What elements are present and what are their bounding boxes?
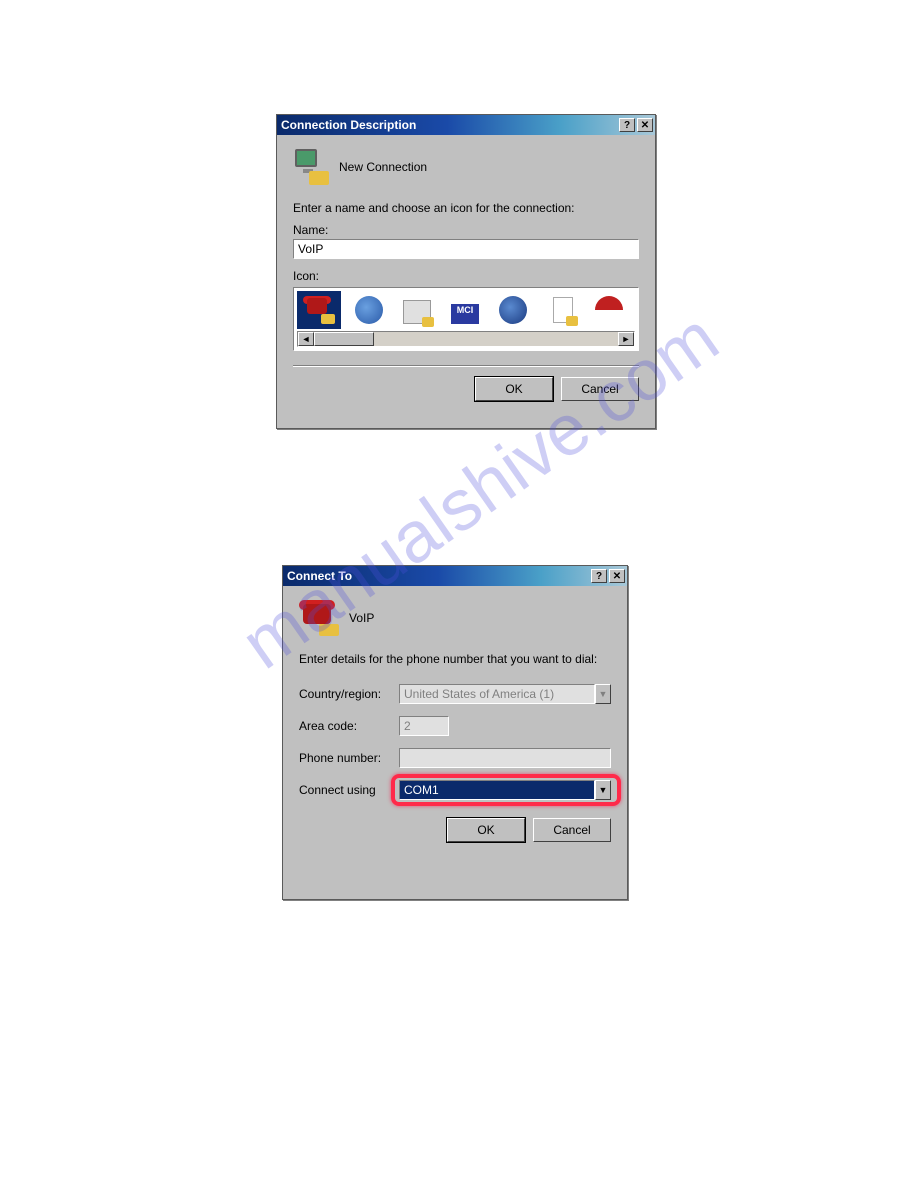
- new-connection-icon: [293, 149, 329, 185]
- country-field: [399, 684, 595, 704]
- dialog-title: Connection Description: [281, 118, 617, 132]
- scroll-left-icon[interactable]: ◄: [298, 332, 314, 346]
- connect-using-combo[interactable]: ▼: [399, 780, 611, 800]
- connection-icon: [299, 600, 339, 636]
- area-code-field: [399, 716, 449, 736]
- help-button[interactable]: ?: [619, 118, 635, 132]
- name-input[interactable]: [293, 239, 639, 259]
- instruction-text: Enter details for the phone number that …: [299, 652, 611, 666]
- icon-picker: MCI ◄ ►: [293, 287, 639, 351]
- instruction-text: Enter a name and choose an icon for the …: [293, 201, 639, 215]
- icon-option-umbrella[interactable]: [585, 291, 629, 329]
- close-button[interactable]: ✕: [637, 118, 653, 132]
- ok-button[interactable]: OK: [475, 377, 553, 401]
- connect-using-label: Connect using: [299, 783, 399, 797]
- connect-to-dialog: Connect To ? ✕ VoIP Enter details for th…: [282, 565, 628, 900]
- connection-description-dialog: Connection Description ? ✕ New Connectio…: [276, 114, 656, 429]
- phone-number-field: [399, 748, 611, 768]
- icon-option-earth[interactable]: [489, 291, 533, 329]
- chevron-down-icon[interactable]: ▼: [595, 780, 611, 800]
- phone-label: Phone number:: [299, 751, 399, 765]
- icon-option-phone-red[interactable]: [297, 291, 341, 329]
- ok-button[interactable]: OK: [447, 818, 525, 842]
- close-button[interactable]: ✕: [609, 569, 625, 583]
- connect-using-field[interactable]: [399, 780, 595, 800]
- titlebar: Connection Description ? ✕: [277, 115, 655, 135]
- dialog-header: VoIP: [349, 611, 374, 625]
- area-label: Area code:: [299, 719, 399, 733]
- icon-label: Icon:: [293, 269, 639, 283]
- help-button[interactable]: ?: [591, 569, 607, 583]
- chevron-down-icon: ▼: [595, 684, 611, 704]
- name-label: Name:: [293, 223, 639, 237]
- icon-scrollbar[interactable]: ◄ ►: [297, 331, 635, 347]
- scroll-right-icon[interactable]: ►: [618, 332, 634, 346]
- dialog-header: New Connection: [339, 160, 427, 174]
- icon-option-newspaper[interactable]: [393, 291, 437, 329]
- scroll-track[interactable]: [314, 332, 618, 346]
- titlebar: Connect To ? ✕: [283, 566, 627, 586]
- icon-option-globe-lines[interactable]: [345, 291, 389, 329]
- country-label: Country/region:: [299, 687, 399, 701]
- cancel-button[interactable]: Cancel: [533, 818, 611, 842]
- country-combo: ▼: [399, 684, 611, 704]
- cancel-button[interactable]: Cancel: [561, 377, 639, 401]
- icon-option-mci[interactable]: MCI: [441, 291, 485, 329]
- scroll-thumb[interactable]: [314, 332, 374, 346]
- separator: [293, 365, 639, 367]
- dialog-title: Connect To: [287, 569, 589, 583]
- icon-option-document[interactable]: [537, 291, 581, 329]
